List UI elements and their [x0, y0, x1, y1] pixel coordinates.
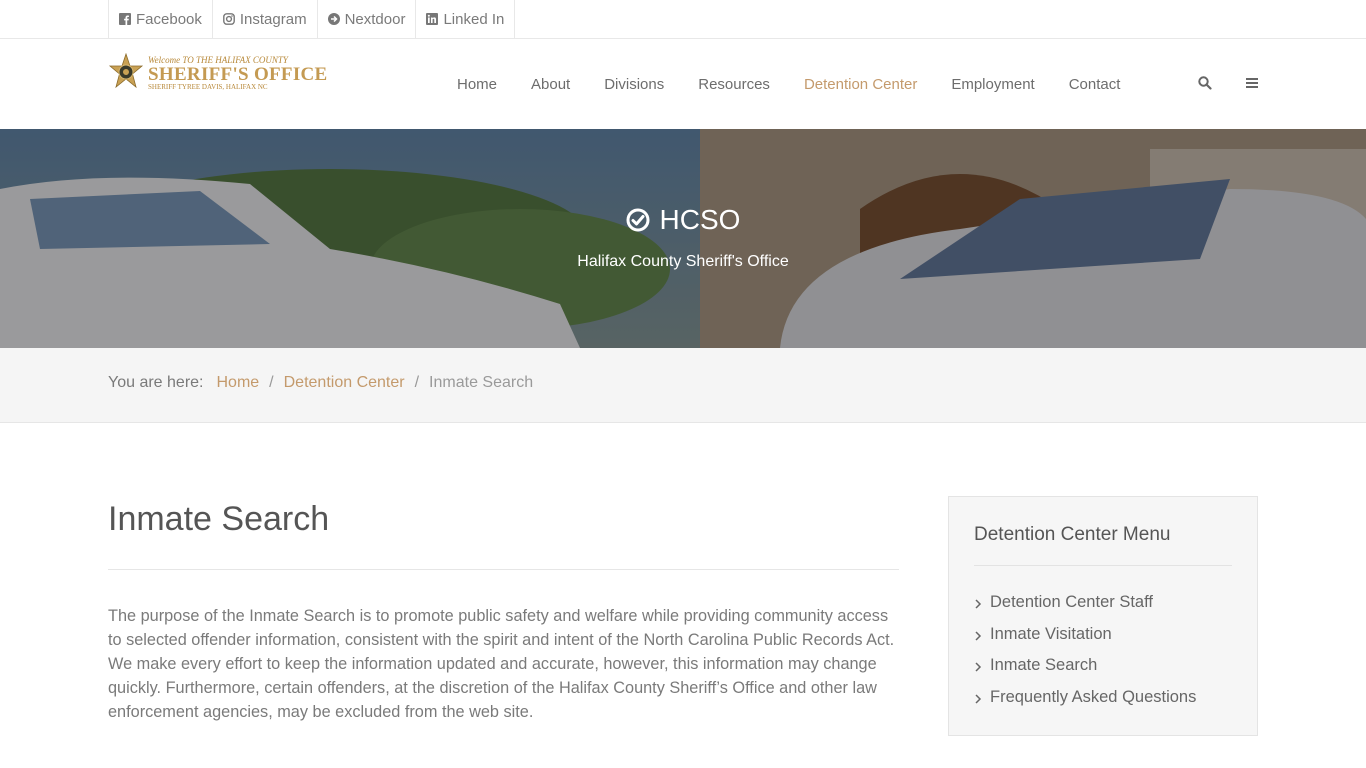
facebook-label: Facebook — [136, 10, 202, 28]
nav-contact[interactable]: Contact — [1069, 76, 1121, 93]
nextdoor-label: Nextdoor — [344, 10, 406, 28]
breadcrumb: You are here: Home / Detention Center / … — [108, 374, 533, 392]
nav-home[interactable]: Home — [457, 76, 497, 93]
sidebar-title: Detention Center Menu — [974, 524, 1171, 545]
hamburger-menu-icon[interactable] — [1245, 76, 1259, 90]
breadcrumb-separator: / — [414, 374, 420, 391]
nav-employment[interactable]: Employment — [951, 76, 1034, 93]
nextdoor-link[interactable]: Nextdoor — [316, 0, 416, 38]
chevron-right-icon — [975, 662, 982, 672]
instagram-label: Instagram — [239, 10, 307, 28]
chevron-right-icon — [975, 630, 982, 641]
chevron-right-icon — [975, 693, 982, 704]
linkedin-icon — [426, 13, 439, 25]
breadcrumb-prefix: You are here: — [108, 374, 204, 391]
breadcrumb-separator: / — [269, 374, 274, 391]
nav-detention-center[interactable]: Detention Center — [804, 76, 917, 93]
site-header: Welcome TO THE HALIFAX COUNTY SHERIFF'S … — [0, 39, 1366, 129]
main-nav: Home About Divisions Resources Detention… — [457, 39, 1154, 129]
social-bar: Facebook Instagram Nextdoor Linked In — [0, 0, 1366, 39]
sidebar-item-label: Detention Center Staff — [990, 593, 1153, 611]
arrow-circle-icon — [327, 13, 340, 25]
hero-title-text: HCSO — [659, 204, 741, 235]
sidebar-item-inmate-visitation[interactable]: Inmate Visitation — [974, 625, 1196, 657]
sidebar-divider — [974, 565, 1232, 566]
linkedin-label: Linked In — [443, 10, 505, 28]
chevron-right-icon — [975, 599, 982, 609]
sheriff-star-badge-icon — [108, 53, 144, 89]
instagram-icon — [222, 13, 235, 25]
breadcrumb-current: Inmate Search — [429, 374, 534, 391]
sidebar-item-label: Inmate Visitation — [990, 624, 1112, 643]
sidebar-item-label: Inmate Search — [990, 656, 1098, 674]
sidebar-item-label: Frequently Asked Questions — [990, 687, 1197, 706]
instagram-link[interactable]: Instagram — [211, 0, 317, 38]
nav-about[interactable]: About — [531, 76, 570, 93]
facebook-icon — [119, 13, 131, 25]
sidebar-item-faq[interactable]: Frequently Asked Questions — [974, 688, 1196, 720]
hero-banner: HCSO Halifax County Sheriff's Office — [0, 129, 1366, 348]
hero-subtitle: Halifax County Sheriff's Office — [577, 253, 789, 270]
sidebar-item-detention-center-staff[interactable]: Detention Center Staff — [974, 593, 1196, 625]
detention-center-sidebar: Detention Center Menu Detention Center S… — [948, 496, 1258, 736]
check-circle-icon — [626, 208, 650, 232]
facebook-link[interactable]: Facebook — [108, 0, 212, 38]
search-icon[interactable] — [1198, 76, 1212, 90]
hero-background-image — [0, 129, 1366, 348]
nav-resources[interactable]: Resources — [698, 76, 770, 93]
breadcrumb-detention-center[interactable]: Detention Center — [284, 374, 405, 392]
page-body-text: The purpose of the Inmate Search is to p… — [108, 607, 895, 721]
logo-title-text: SHERIFF'S OFFICE — [148, 63, 328, 85]
page-title: Inmate Search — [108, 500, 330, 538]
logo-sheriff-text: SHERIFF TYREE DAVIS, HALIFAX NC — [148, 82, 268, 91]
sidebar-menu: Detention Center Staff Inmate Visitation… — [974, 593, 1196, 719]
linkedin-link[interactable]: Linked In — [415, 0, 516, 38]
site-logo[interactable]: Welcome TO THE HALIFAX COUNTY SHERIFF'S … — [108, 53, 328, 93]
title-divider — [108, 569, 899, 570]
sidebar-item-inmate-search[interactable]: Inmate Search — [974, 656, 1196, 688]
nav-divisions[interactable]: Divisions — [604, 76, 664, 93]
hero-title: HCSO — [0, 204, 1366, 236]
breadcrumb-bar: You are here: Home / Detention Center / … — [0, 348, 1366, 423]
breadcrumb-home[interactable]: Home — [216, 374, 259, 392]
